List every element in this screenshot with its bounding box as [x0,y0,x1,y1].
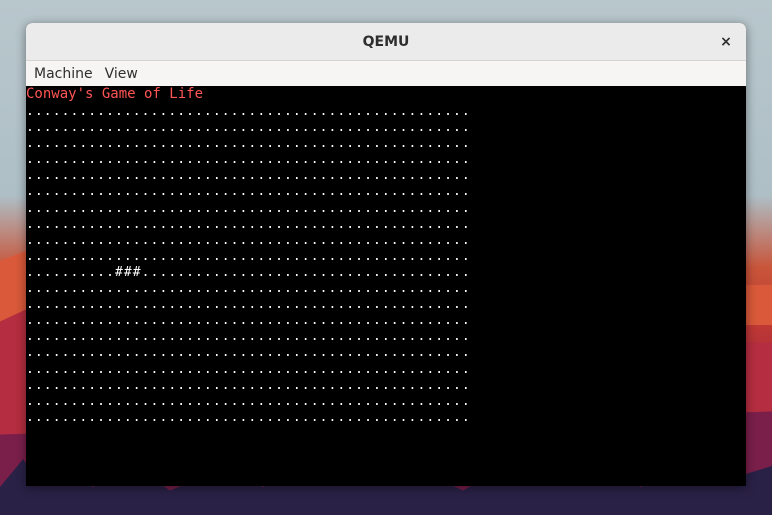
menu-bar: Machine View [26,61,746,87]
grid-row: ........................................… [26,281,471,297]
grid-row: ........................................… [26,329,471,345]
grid-row: ........................................… [26,232,471,248]
window-titlebar[interactable]: QEMU × [26,23,746,61]
grid-row: ........................................… [26,200,471,216]
grid-row: ........................................… [26,168,471,184]
grid-row: ........................................… [26,393,471,409]
grid-row: ........................................… [26,377,471,393]
grid-row: ........................................… [26,104,471,119]
qemu-window: QEMU × Machine View Conway's Game of Lif… [26,23,746,486]
game-title: Conway's Game of Life [26,86,204,102]
menu-machine[interactable]: Machine [28,66,99,82]
grid-row: ........................................… [26,120,471,136]
grid-row: ........................................… [26,297,471,313]
grid-row: ........................................… [26,313,471,329]
menu-view[interactable]: View [99,66,144,82]
grid-row: ........................................… [26,409,471,425]
life-grid: ........................................… [26,104,471,426]
grid-row: ........................................… [26,136,471,152]
grid-row: ........................................… [26,248,471,264]
grid-row: ........................................… [26,361,471,377]
close-icon[interactable]: × [716,32,736,52]
grid-row: ........................................… [26,184,471,200]
grid-row: ........................................… [26,216,471,232]
grid-row: ........................................… [26,152,471,168]
grid-row: ..........###...........................… [26,264,471,280]
vm-display[interactable]: Conway's Game of Life ..................… [26,86,746,486]
grid-row: ........................................… [26,345,471,361]
window-title: QEMU [362,33,410,50]
